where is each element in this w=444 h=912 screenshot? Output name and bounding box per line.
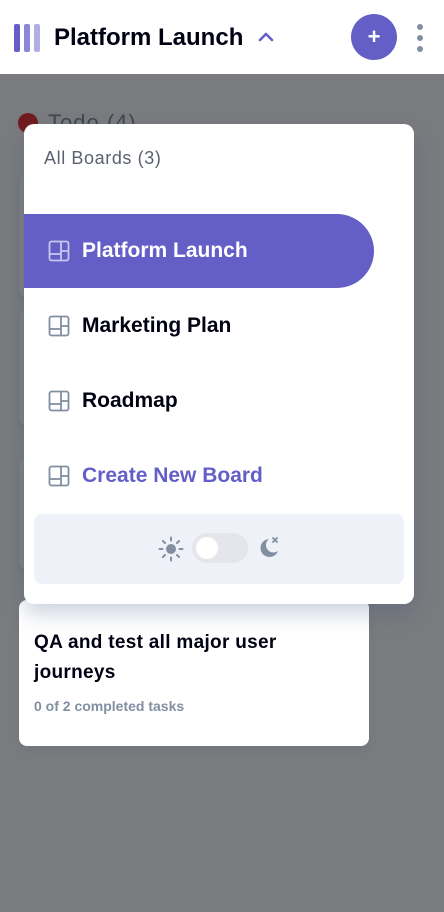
theme-toggle-panel: [34, 514, 404, 584]
add-task-button[interactable]: +: [351, 14, 397, 60]
task-title: QA and test all major user journeys: [34, 632, 277, 683]
chevron-up-icon[interactable]: [258, 30, 274, 44]
board-icon: [48, 390, 70, 412]
sun-icon: [158, 536, 184, 562]
board-label: Platform Launch: [82, 239, 248, 262]
all-boards-heading: All Boards (3): [44, 148, 162, 168]
board-icon: [48, 465, 70, 487]
create-board-label: Create New Board: [82, 464, 263, 487]
board-item-platform-launch[interactable]: Platform Launch: [24, 214, 374, 288]
task-card[interactable]: QA and test all major user journeys 0 of…: [19, 600, 369, 746]
board-icon: [48, 240, 70, 262]
board-icon: [48, 315, 70, 337]
toggle-knob: [196, 537, 218, 559]
board-label: Marketing Plan: [82, 314, 232, 337]
board-select-menu: All Boards (3) Platform Launch Marketing…: [24, 124, 414, 604]
theme-toggle-switch[interactable]: [192, 533, 248, 563]
top-header: Platform Launch +: [0, 0, 444, 74]
board-label: Roadmap: [82, 389, 178, 412]
task-subtask-count: 0 of 2 completed tasks: [34, 698, 185, 714]
board-item-roadmap[interactable]: Roadmap: [24, 364, 374, 438]
current-board-title[interactable]: Platform Launch: [54, 22, 243, 54]
create-new-board-button[interactable]: Create New Board: [24, 439, 374, 513]
kanban-logo-icon: [14, 24, 44, 52]
vertical-ellipsis-icon[interactable]: [414, 22, 426, 54]
board-item-marketing-plan[interactable]: Marketing Plan: [24, 289, 374, 363]
moon-icon: [260, 537, 278, 557]
